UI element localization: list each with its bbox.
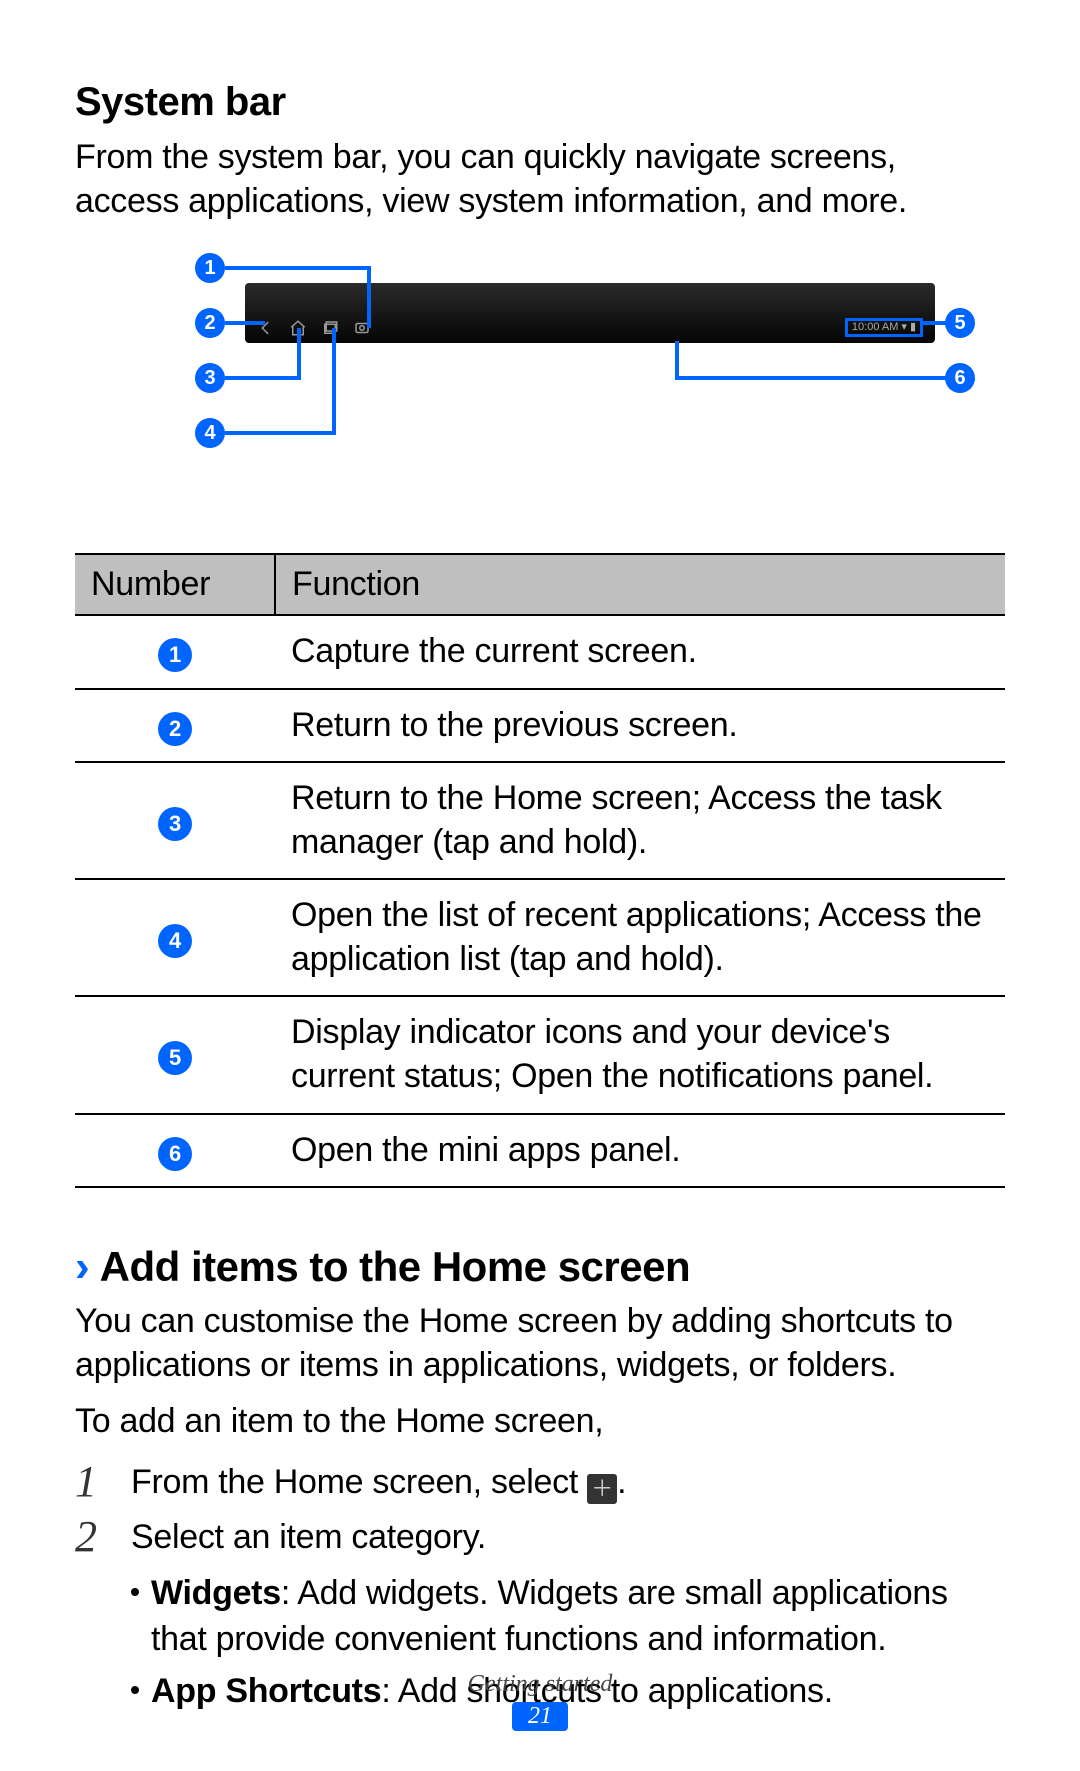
recent-icon <box>321 319 339 337</box>
lead-line <box>225 376 300 380</box>
row-func: Open the mini apps panel. <box>275 1114 1005 1188</box>
lead-line <box>225 266 370 270</box>
callout-1: 1 <box>195 253 225 283</box>
row-badge: 3 <box>158 807 192 841</box>
callout-5: 5 <box>945 308 975 338</box>
step-number-1: 1 <box>75 1460 113 1504</box>
sub-intro: You can customise the Home screen by add… <box>75 1299 1005 1387</box>
step-1-text-post: . <box>617 1463 626 1501</box>
function-table: Number Function 1 Capture the current scr… <box>75 553 1005 1188</box>
row-badge: 5 <box>158 1041 192 1075</box>
battery-icon: ▮ <box>910 322 916 333</box>
callout-3: 3 <box>195 363 225 393</box>
row-func: Return to the Home screen; Access the ta… <box>275 762 1005 879</box>
callout-2: 2 <box>195 308 225 338</box>
wifi-icon: ▾ <box>901 322 907 333</box>
lead-line <box>225 321 265 325</box>
bullet-dot <box>131 1588 139 1596</box>
system-bar-diagram: 10:00 AM ▾ ▮ 1 2 3 4 5 6 <box>105 253 975 533</box>
callout-6: 6 <box>945 363 975 393</box>
intro-text: From the system bar, you can quickly nav… <box>75 135 1005 223</box>
step-1-text-pre: From the Home screen, select <box>131 1463 587 1501</box>
lead-line <box>920 321 948 325</box>
row-func: Open the list of recent applications; Ac… <box>275 879 1005 996</box>
step-1: From the Home screen, select ＋. <box>131 1460 1005 1506</box>
lead-line <box>332 328 336 435</box>
lead-line <box>675 341 679 380</box>
step-2-text: Select an item category. <box>131 1518 486 1556</box>
footer-section: Getting started <box>0 1671 1080 1698</box>
page-number: 21 <box>512 1702 568 1731</box>
row-badge: 6 <box>158 1137 192 1171</box>
row-badge: 4 <box>158 924 192 958</box>
row-func: Return to the previous screen. <box>275 689 1005 763</box>
bullet-widgets: Widgets: Add widgets. Widgets are small … <box>151 1571 1005 1663</box>
subheading-add-items: Add items to the Home screen <box>100 1243 690 1291</box>
system-bar-image: 10:00 AM ▾ ▮ <box>245 283 935 343</box>
callout-4: 4 <box>195 418 225 448</box>
chevron-icon: › <box>75 1245 90 1289</box>
lead-line <box>675 376 948 380</box>
status-area: 10:00 AM ▾ ▮ <box>845 318 923 337</box>
row-func: Display indicator icons and your device'… <box>275 996 1005 1113</box>
plus-icon: ＋ <box>587 1474 617 1504</box>
lead-line <box>297 328 301 380</box>
row-badge: 2 <box>158 712 192 746</box>
th-function: Function <box>275 554 1005 615</box>
sub-intro-2: To add an item to the Home screen, <box>75 1399 1005 1443</box>
row-badge: 1 <box>158 638 192 672</box>
step-number-2: 2 <box>75 1515 113 1559</box>
lead-line <box>225 431 335 435</box>
row-func: Capture the current screen. <box>275 615 1005 689</box>
lead-line <box>367 266 371 328</box>
clock-text: 10:00 AM <box>852 322 898 333</box>
heading-system-bar: System bar <box>75 80 1005 125</box>
th-number: Number <box>75 554 275 615</box>
